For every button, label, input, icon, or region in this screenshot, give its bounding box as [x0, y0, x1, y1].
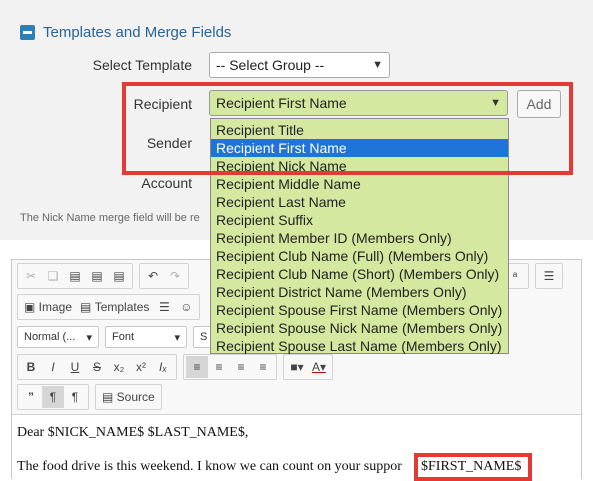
- panel-header[interactable]: Templates and Merge Fields: [20, 22, 231, 42]
- toolbar-row-blocks: ” ¶ ¶ ▤ Source: [17, 384, 168, 410]
- editor-content[interactable]: Dear $NICK_NAME$ $LAST_NAME$, The food d…: [12, 414, 581, 481]
- background-color-icon[interactable]: ■▾: [286, 356, 308, 378]
- recipient-label: Recipient: [133, 96, 192, 112]
- text-color-icon[interactable]: A▾: [308, 356, 330, 378]
- align-left-icon[interactable]: ≡: [186, 356, 208, 378]
- dropdown-option[interactable]: Recipient Last Name: [211, 193, 508, 211]
- align-justify-icon[interactable]: ≡: [252, 356, 274, 378]
- recipient-select-value: Recipient First Name: [216, 95, 347, 111]
- source-button[interactable]: ▤ Source: [98, 386, 159, 408]
- template-group-select[interactable]: -- Select Group -- ▼: [209, 52, 390, 78]
- show-blocks-icon[interactable]: ☰: [538, 265, 560, 287]
- undo-icon[interactable]: ↶: [142, 265, 164, 287]
- clipboard-group: ✂ ❏ ▤ ▤ ▤: [17, 263, 133, 289]
- panel-title: Templates and Merge Fields: [43, 23, 232, 41]
- chevron-down-icon: ▼: [490, 97, 501, 109]
- chevron-down-icon: ▼: [372, 59, 383, 71]
- smiley-icon[interactable]: ☺: [175, 296, 197, 318]
- greeting-line: Dear $NICK_NAME$ $LAST_NAME$,: [17, 425, 249, 440]
- color-group: ■▾ A▾: [283, 354, 334, 380]
- select-template-label: Select Template: [92, 57, 192, 73]
- underline-button[interactable]: U: [64, 356, 86, 378]
- source-icon: ▤: [102, 390, 117, 404]
- image-label: Image: [38, 300, 73, 314]
- dropdown-option[interactable]: Recipient Club Name (Full) (Members Only…: [211, 247, 508, 265]
- dropdown-option[interactable]: Recipient Suffix: [211, 211, 508, 229]
- dropdown-option[interactable]: Recipient Title: [211, 121, 508, 139]
- undo-group: ↶ ↷: [139, 263, 189, 289]
- sender-label: Sender: [146, 135, 192, 151]
- insert-group: ▣ Image ▤ Templates ☰ ☺: [17, 294, 201, 320]
- italic-button[interactable]: I: [42, 356, 64, 378]
- paste-word-icon[interactable]: ▤: [108, 265, 130, 287]
- image-icon: ▣: [24, 300, 39, 314]
- font-combo-value: Font: [112, 331, 135, 343]
- size-combo-value: S: [200, 331, 208, 343]
- first-name-merge-field: $FIRST_NAME$: [414, 453, 532, 481]
- templates-button[interactable]: ▤ Templates: [76, 296, 153, 318]
- blockquote-button[interactable]: ”: [20, 386, 42, 408]
- copy-icon[interactable]: ❏: [42, 265, 64, 287]
- dropdown-option[interactable]: Recipient Member ID (Members Only): [211, 229, 508, 247]
- dropdown-option[interactable]: Recipient Nick Name: [211, 157, 508, 175]
- format-combo-value: Normal (...: [24, 331, 76, 343]
- align-center-icon[interactable]: ≡: [208, 356, 230, 378]
- maximize-group: ☰: [535, 263, 563, 289]
- source-label: Source: [116, 390, 155, 404]
- font-combo[interactable]: Font ▾: [105, 326, 187, 348]
- align-right-icon[interactable]: ≡: [230, 356, 252, 378]
- bold-button[interactable]: B: [20, 356, 42, 378]
- body-line: The food drive is this weekend. I know w…: [17, 459, 402, 474]
- nick-name-note: The Nick Name merge field will be re: [20, 212, 200, 224]
- source-group: ▤ Source: [95, 384, 162, 410]
- dropdown-option[interactable]: Recipient Middle Name: [211, 175, 508, 193]
- toolbar-row-insert: ▣ Image ▤ Templates ☰ ☺: [17, 294, 206, 320]
- account-label: Account: [141, 175, 192, 191]
- rtl-button[interactable]: ¶: [64, 386, 86, 408]
- dropdown-option-selected[interactable]: Recipient First Name: [211, 139, 508, 157]
- format-combo[interactable]: Normal (... ▾: [17, 326, 99, 348]
- template-group-value: -- Select Group --: [216, 57, 325, 73]
- dropdown-option[interactable]: Recipient Club Name (Short) (Members Onl…: [211, 265, 508, 283]
- chevron-down-icon: ▾: [174, 331, 180, 344]
- paste-icon[interactable]: ▤: [64, 265, 86, 287]
- dropdown-option[interactable]: Recipient Spouse Nick Name (Members Only…: [211, 319, 508, 337]
- recipient-select[interactable]: Recipient First Name ▼: [209, 90, 508, 116]
- templates-icon: ▤: [80, 300, 95, 314]
- remove-format-button[interactable]: Iₓ: [152, 356, 174, 378]
- horizontal-line-icon[interactable]: ☰: [153, 296, 175, 318]
- image-button[interactable]: ▣ Image: [20, 296, 76, 318]
- chevron-down-icon: ▾: [86, 331, 92, 344]
- dropdown-option[interactable]: Recipient Spouse First Name (Members Onl…: [211, 301, 508, 319]
- subscript-button[interactable]: x₂: [108, 356, 130, 378]
- collapse-icon[interactable]: [20, 24, 35, 40]
- dropdown-option[interactable]: Recipient District Name (Members Only): [211, 283, 508, 301]
- recipient-dropdown-list[interactable]: Recipient Title Recipient First Name Rec…: [210, 118, 509, 354]
- superscript-button[interactable]: x²: [130, 356, 152, 378]
- dropdown-option[interactable]: Recipient Spouse Last Name (Members Only…: [211, 337, 508, 355]
- basic-styles-group: B I U S x₂ x² Iₓ: [17, 354, 177, 380]
- strike-button[interactable]: S: [86, 356, 108, 378]
- paste-text-icon[interactable]: ▤: [86, 265, 108, 287]
- toolbar-row-basicstyles: B I U S x₂ x² Iₓ ≡ ≡ ≡ ≡ ■▾ A▾: [17, 354, 339, 380]
- align-group: ≡ ≡ ≡ ≡: [183, 354, 277, 380]
- redo-icon[interactable]: ↷: [164, 265, 186, 287]
- templates-label: Templates: [94, 300, 150, 314]
- add-button[interactable]: Add: [517, 90, 561, 118]
- blocks-group: ” ¶ ¶: [17, 384, 89, 410]
- toolbar-row-styles: Normal (... ▾ Font ▾ S: [17, 324, 221, 350]
- cut-icon[interactable]: ✂: [20, 265, 42, 287]
- ltr-button[interactable]: ¶: [42, 386, 64, 408]
